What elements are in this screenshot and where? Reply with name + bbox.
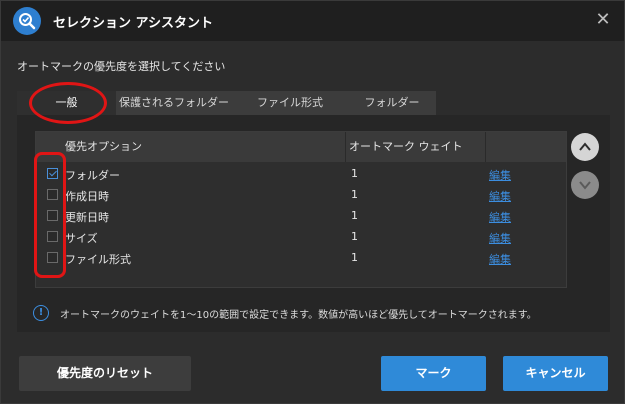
cancel-button[interactable]: キャンセル xyxy=(503,356,608,391)
row-checkbox[interactable] xyxy=(47,252,58,263)
chevron-down-icon xyxy=(579,181,591,190)
row-edit-link[interactable]: 編集 xyxy=(489,167,511,183)
move-up-button[interactable] xyxy=(571,133,599,161)
row-edit-link[interactable]: 編集 xyxy=(489,209,511,225)
row-weight: 1 xyxy=(351,209,358,222)
row-option-name: ファイル形式 xyxy=(65,253,131,266)
column-header-priority-option: 優先オプション xyxy=(65,140,142,153)
close-icon[interactable]: ✕ xyxy=(592,9,614,31)
tab-panel-general: 優先オプション オートマーク ウェイト フォルダー 1 編集 作成日時 1 編集… xyxy=(17,115,610,332)
table-row[interactable]: サイズ 1 編集 xyxy=(36,227,566,248)
table-row[interactable]: 作成日時 1 編集 xyxy=(36,185,566,206)
selection-assistant-dialog: セレクション アシスタント ✕ オートマークの優先度を選択してください 一般 保… xyxy=(0,0,625,404)
reset-priority-button[interactable]: 優先度のリセット xyxy=(19,356,191,391)
row-checkbox[interactable] xyxy=(47,168,58,179)
row-edit-link[interactable]: 編集 xyxy=(489,188,511,204)
column-divider xyxy=(485,132,486,162)
row-option-name: フォルダー xyxy=(65,169,120,182)
dialog-title: セレクション アシスタント xyxy=(53,16,214,31)
column-divider xyxy=(345,132,346,162)
table-header: 優先オプション オートマーク ウェイト xyxy=(36,132,566,162)
row-weight: 1 xyxy=(351,188,358,201)
row-weight: 1 xyxy=(351,230,358,243)
magnifier-check-icon xyxy=(13,7,41,35)
info-text: オートマークのウェイトを1～10の範囲で設定できます。数値が高いほど優先してオー… xyxy=(60,310,537,321)
row-checkbox[interactable] xyxy=(47,231,58,242)
row-checkbox[interactable] xyxy=(47,210,58,221)
title-bar: セレクション アシスタント ✕ xyxy=(1,1,624,41)
priority-table: 優先オプション オートマーク ウェイト フォルダー 1 編集 作成日時 1 編集… xyxy=(35,131,567,288)
table-row[interactable]: フォルダー 1 編集 xyxy=(36,164,566,185)
tab-file-types[interactable]: ファイル形式 xyxy=(232,91,348,115)
move-down-button[interactable] xyxy=(571,171,599,199)
table-row[interactable]: ファイル形式 1 編集 xyxy=(36,248,566,269)
info-icon: ! xyxy=(33,305,49,321)
row-option-name: サイズ xyxy=(65,232,98,245)
row-weight: 1 xyxy=(351,167,358,180)
row-edit-link[interactable]: 編集 xyxy=(489,230,511,246)
mark-button[interactable]: マーク xyxy=(381,356,486,391)
tab-folders[interactable]: フォルダー xyxy=(348,91,436,115)
row-option-name: 作成日時 xyxy=(65,190,109,203)
chevron-up-icon xyxy=(579,142,591,151)
row-edit-link[interactable]: 編集 xyxy=(489,251,511,267)
tab-general[interactable]: 一般 xyxy=(17,91,116,115)
column-header-automark-weight: オートマーク ウェイト xyxy=(349,140,463,153)
table-row[interactable]: 更新日時 1 編集 xyxy=(36,206,566,227)
row-weight: 1 xyxy=(351,251,358,264)
instruction-text: オートマークの優先度を選択してください xyxy=(17,60,226,73)
tab-protected-folders[interactable]: 保護されるフォルダー xyxy=(116,91,232,115)
row-option-name: 更新日時 xyxy=(65,211,109,224)
row-checkbox[interactable] xyxy=(47,189,58,200)
